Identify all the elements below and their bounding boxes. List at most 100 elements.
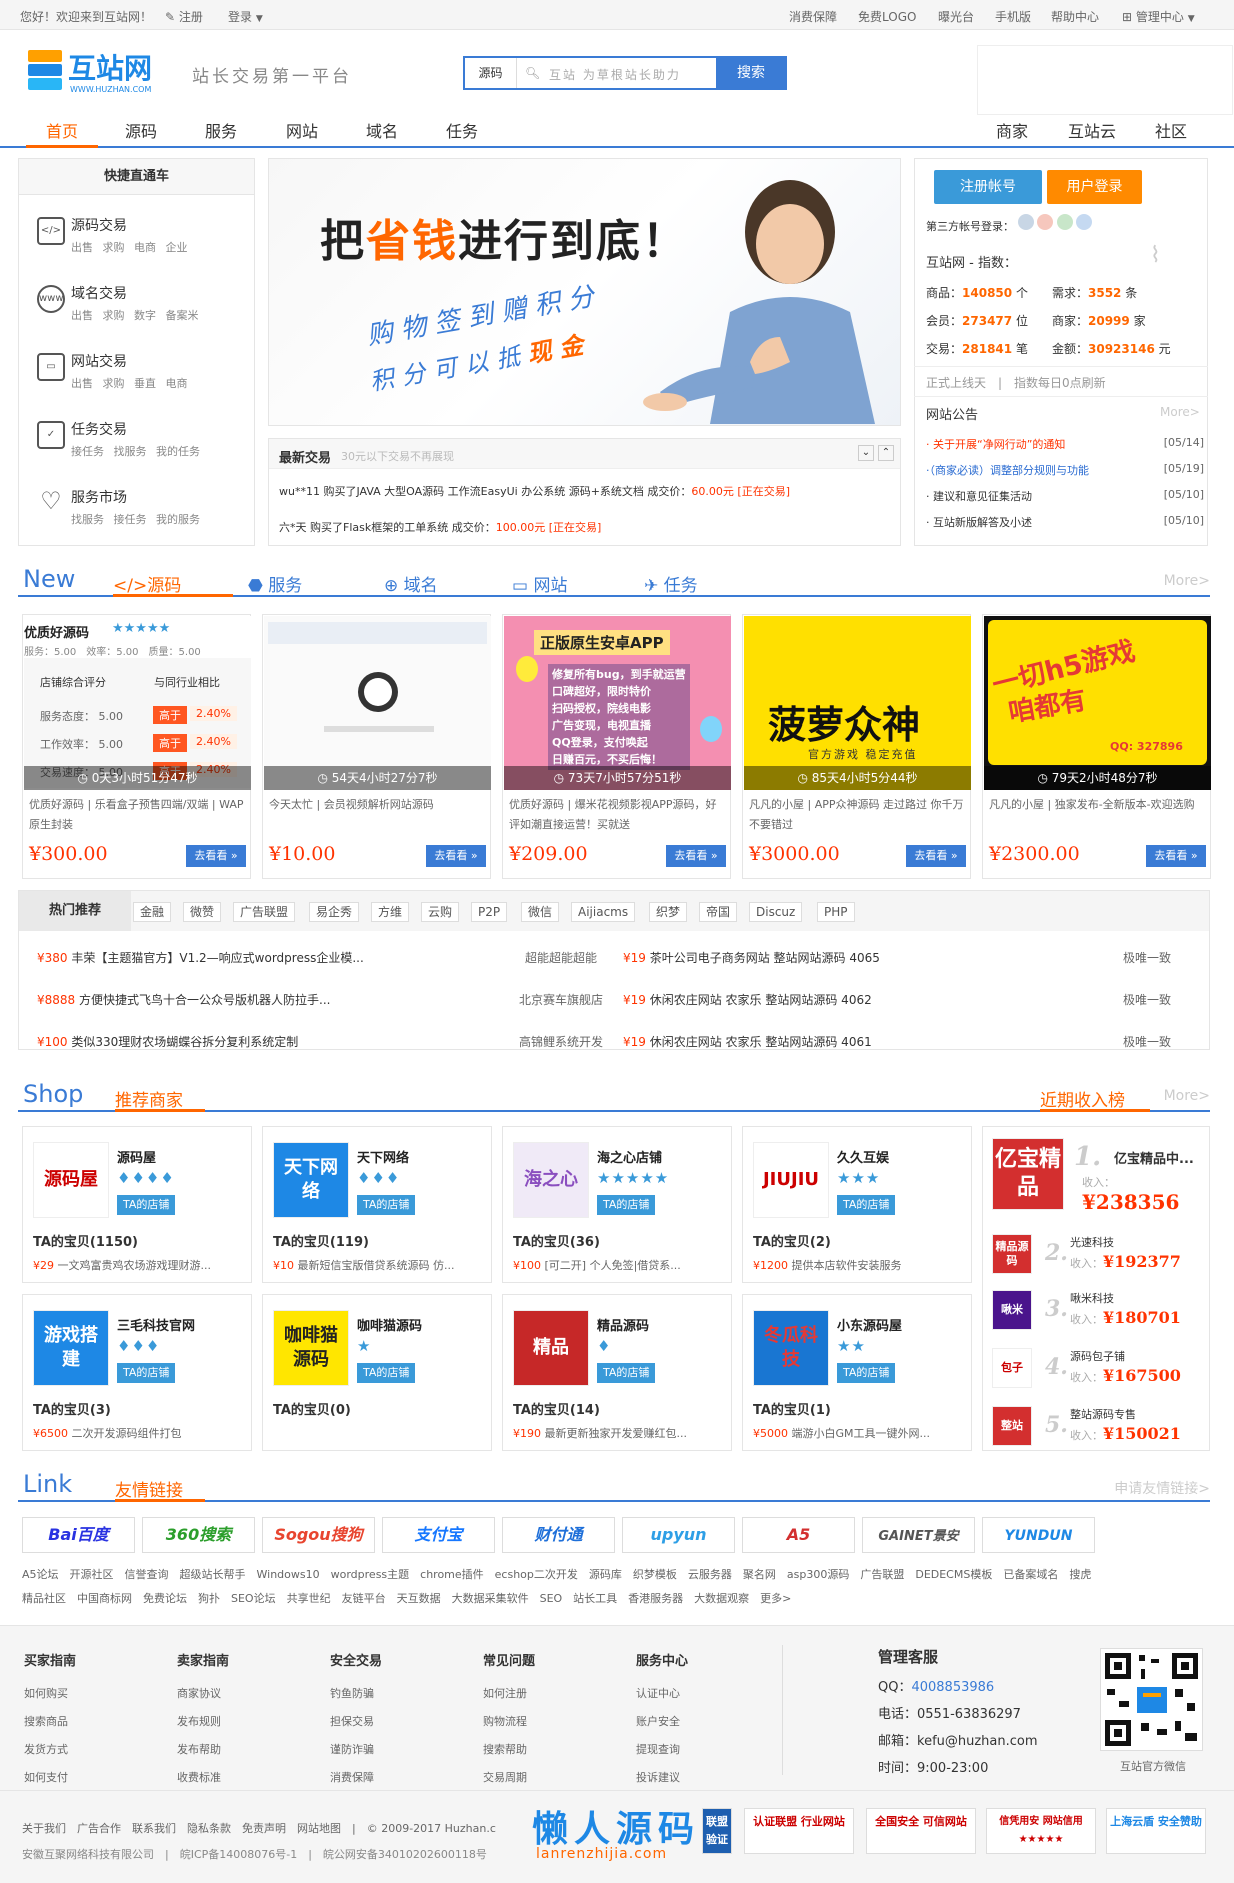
hot-tag[interactable]: 金融 [133,902,172,922]
top-link-3[interactable]: 曝光台 [938,8,974,25]
shop-link-button[interactable]: TA的店铺 [357,1363,416,1383]
footer-link[interactable]: 消费保障 [330,1764,382,1792]
hot-row[interactable]: ¥100 类似330理财农场蝴蝶谷拆分复利系统定制 高锦鲤系统开发 [37,1033,607,1050]
card-description[interactable]: 优质好源码 | 乐看盒子预售四端/双端 | WAP原生封装 [29,795,247,835]
hot-row[interactable]: ¥19 茶叶公司电子商务网站 整站网站源码 4065 极唯一致 [623,949,1193,966]
shop-link-button[interactable]: TA的店铺 [837,1363,896,1383]
friend-links-row-1[interactable]: A5论坛 开源社区 信誉查询 超级站长帮手 Windows10 wordpres… [22,1566,1214,1582]
footer-link[interactable]: 发布规则 [177,1708,229,1736]
notice-more-link[interactable]: More> [1160,405,1200,419]
hot-tag[interactable]: 广告联盟 [233,902,296,922]
nav-cloud[interactable]: 互站云 [1068,118,1116,142]
trust-badge[interactable]: 全国安全 可信网站 [866,1808,976,1854]
shop-item-count[interactable]: TA的宝贝(0) [273,1399,351,1418]
hot-tag[interactable]: PHP [817,902,855,922]
top-link-4[interactable]: 手机版 [995,8,1031,25]
chevron-up-icon[interactable]: ⌃ [878,445,894,461]
trust-badge[interactable]: 联盟验证 [702,1808,732,1854]
footer-link[interactable]: 搜索商品 [24,1708,76,1736]
footer-links[interactable]: 关于我们 广告合作 联系我们 隐私条款 免责声明 网站地图 | © 2009-2… [22,1820,496,1836]
footer-link[interactable]: 购物流程 [483,1708,535,1736]
product-card[interactable]: 优质好源码 ★★★★★ 服务：5.00 效率：5.00 质量：5.00 店铺综合… [22,614,251,879]
shop-item-count[interactable]: TA的宝贝(14) [513,1399,600,1418]
shop-item-count[interactable]: TA的宝贝(119) [273,1231,369,1250]
shop-link-button[interactable]: TA的店铺 [117,1195,176,1215]
shop-link-button[interactable]: TA的店铺 [357,1195,416,1215]
footer-link[interactable]: 如何支付 [24,1764,76,1792]
nav-home[interactable]: 首页 [46,118,78,142]
partner-logo[interactable]: GAINET景安 [862,1517,975,1553]
tab-income-rank[interactable]: 近期收入榜 [1040,1086,1125,1111]
nav-task[interactable]: 任务 [446,118,478,142]
shop-name[interactable]: 咖啡猫源码 [357,1315,422,1334]
partner-logo[interactable]: YUNDUN [982,1517,1095,1553]
trade-row[interactable]: 六*天 购买了Flask框架的工单系统 成交价：100.00元 [正在交易] [279,519,601,535]
hot-tag[interactable]: 微赞 [183,902,222,922]
tab-service[interactable]: ⬣ 服务 [248,571,302,596]
wechat-icon[interactable] [1056,214,1073,230]
footer-link[interactable]: 提现查询 [636,1736,688,1764]
shop-name[interactable]: 三毛科技官网 [117,1315,195,1334]
footer-link[interactable]: 收费标准 [177,1764,229,1792]
nav-website[interactable]: 网站 [286,118,318,142]
nav-domain[interactable]: 域名 [366,118,398,142]
shop-card[interactable]: 海之心 海之心店铺 ★★★★★ TA的店铺 TA的宝贝(36) ¥100 [可二开] 个人… [502,1126,732,1283]
shop-name[interactable]: 海之心店铺 [597,1147,662,1166]
partner-logo[interactable]: Bai百度 [22,1517,135,1553]
trust-badge[interactable]: 认证联盟 行业网站 [744,1808,854,1854]
register-link[interactable]: ✎ 注册 [165,8,203,25]
shop-card[interactable]: JIUJIU 久久互娱 ★★★ TA的店铺 TA的宝贝(2) ¥1200 提供本店软件安装… [742,1126,972,1283]
hot-row[interactable]: ¥8888 方便快捷式飞鸟十合一公众号版机器人防拉手... 北京赛车旗舰店 [37,991,607,1008]
nav-service[interactable]: 服务 [205,118,237,142]
friend-links-row-2[interactable]: 精品社区 中国商标网 免费论坛 狗扑 SEO论坛 共享世纪 友链平台 天互数据 … [22,1590,1214,1606]
alipay-icon[interactable] [1076,214,1092,230]
tab-recommend-shops[interactable]: 推荐商家 [115,1086,183,1111]
nav-merchant[interactable]: 商家 [996,118,1028,142]
quick-item-domain[interactable]: www 域名交易 出售 求购 数字 备案米 [19,275,254,343]
shop-card[interactable]: 源码屋 源码屋 ♦♦♦♦ TA的店铺 TA的宝贝(1150) ¥29 一文鸡富贵鸡农场游戏… [22,1126,252,1283]
footer-link[interactable]: 如何购买 [24,1680,76,1708]
shop-featured-item[interactable]: ¥29 一文鸡富贵鸡农场游戏理财游... [33,1257,211,1273]
shop-featured-item[interactable]: ¥10 最新短信宝版借贷系统源码 仿... [273,1257,455,1273]
quick-item-source[interactable]: </> 源码交易 出售 求购 电商 企业 [19,207,254,275]
footer-link[interactable]: 账户安全 [636,1708,688,1736]
footer-link[interactable]: 担保交易 [330,1708,382,1736]
partner-logo[interactable]: 360搜索 [142,1517,255,1553]
partner-logo[interactable]: A5 [742,1517,855,1553]
hot-tag[interactable]: 织梦 [649,902,688,922]
footer-link[interactable]: 钓鱼防骗 [330,1680,382,1708]
shop-link-button[interactable]: TA的店铺 [837,1195,896,1215]
tab-source[interactable]: </>源码 [113,571,181,596]
shop-more-link[interactable]: More> [1164,1088,1210,1104]
site-logo[interactable]: 互站网 WWW.HUZHAN.COM [26,44,174,98]
footer-link[interactable]: 发布帮助 [177,1736,229,1764]
login-button[interactable]: 用户登录 [1047,170,1142,204]
shop-name[interactable]: 精品源码 [597,1315,649,1334]
shop-featured-item[interactable]: ¥6500 二次开发源码组件打包 [33,1425,182,1441]
search-category[interactable]: 源码 [465,58,517,88]
notice-item[interactable]: · 关于开展“净网行动”的通知 [05/14] [926,436,1204,452]
product-card[interactable]: 正版原生安卓APP 修复所有bug，到手就运营 口碑超好，限时特价 扫码授权，院线电… [502,614,731,879]
qq-number[interactable]: 4008853986 [911,1680,994,1695]
shop-featured-item[interactable]: ¥1200 提供本店软件安装服务 [753,1257,902,1273]
hot-row[interactable]: ¥19 休闲农庄网站 农家乐 整站网站源码 4061 极唯一致 [623,1033,1193,1050]
search-button[interactable]: 搜索 [716,56,786,90]
quick-item-task[interactable]: ✓ 任务交易 接任务 找服务 我的任务 [19,411,254,479]
hot-tag[interactable]: Discuz [749,902,803,922]
hot-tag[interactable]: P2P [471,902,508,922]
shop-item-count[interactable]: TA的宝贝(1150) [33,1231,138,1250]
footer-link[interactable]: 商家协议 [177,1680,229,1708]
shop-item-count[interactable]: TA的宝贝(1) [753,1399,831,1418]
apply-link[interactable]: 申请友情链接> [1114,1478,1210,1498]
footer-link[interactable]: 认证中心 [636,1680,688,1708]
nav-community[interactable]: 社区 [1155,118,1187,142]
card-description[interactable]: 优质好源码 | 爆米花视频影视APP源码，好评如潮直接运营！买就送 [509,795,727,835]
footer-link[interactable]: 发货方式 [24,1736,76,1764]
hot-row[interactable]: ¥19 休闲农庄网站 农家乐 整站网站源码 4062 极唯一致 [623,991,1193,1008]
tab-domain[interactable]: ⊕ 域名 [384,571,438,596]
shop-featured-item[interactable]: ¥100 [可二开] 个人免签|借贷系... [513,1257,681,1273]
top-link-1[interactable]: 消费保障 [789,8,837,25]
card-description[interactable]: 凡凡的小屋 | APP众神源码 走过路过 你千万不要错过 [749,795,967,835]
partner-logo[interactable]: Sogou搜狗 [262,1517,375,1553]
hot-tag[interactable]: 云购 [421,902,460,922]
